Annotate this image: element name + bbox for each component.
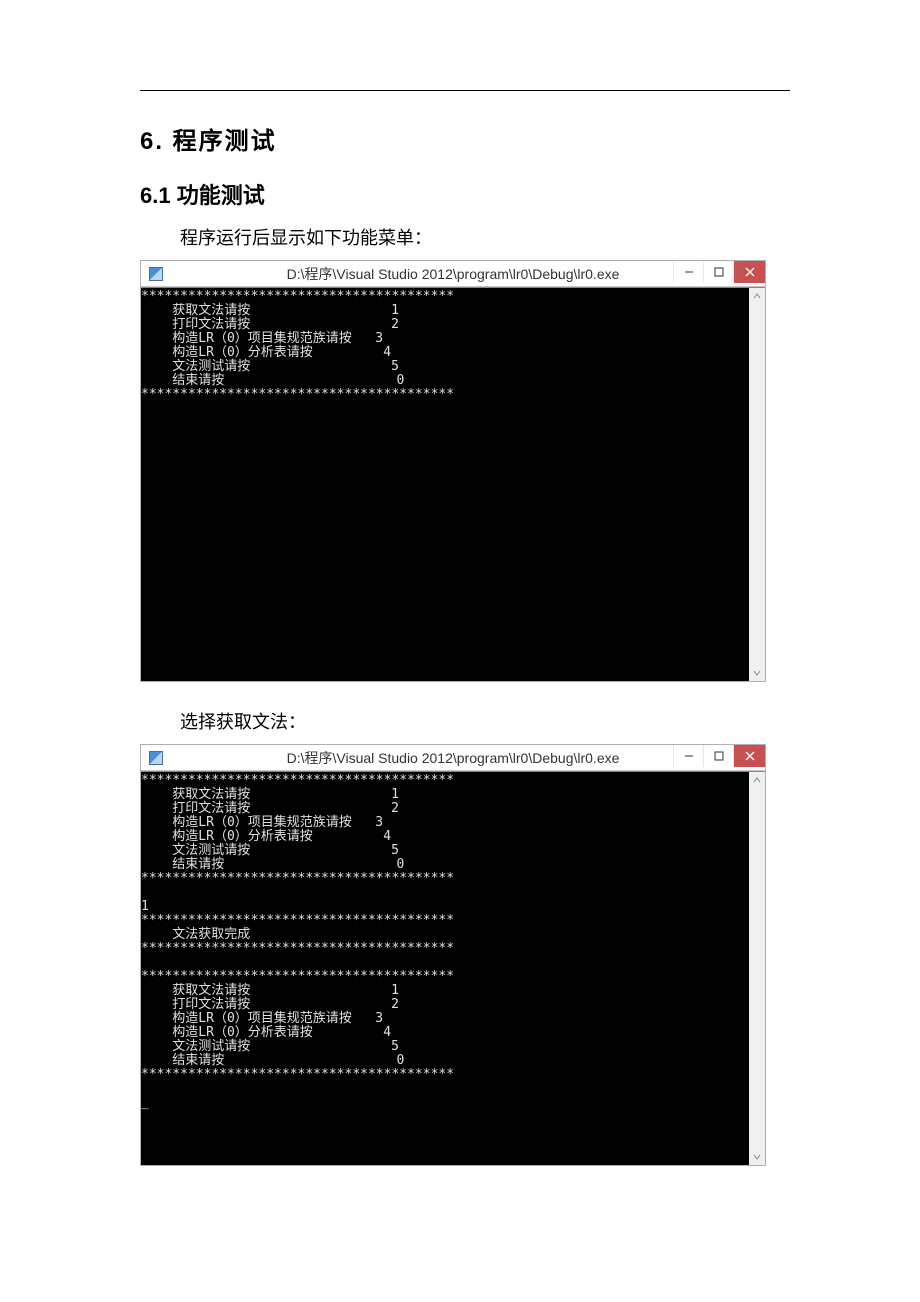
console-body[interactable]: ****************************************… (141, 771, 765, 1165)
console-window-2: D:\程序\Visual Studio 2012\program\lr0\Deb… (140, 744, 766, 1166)
subsection-heading: 6.1 功能测试 (140, 178, 790, 210)
console-output: ****************************************… (141, 772, 765, 1112)
scroll-down-icon[interactable] (749, 665, 765, 681)
titlebar: D:\程序\Visual Studio 2012\program\lr0\Deb… (141, 745, 765, 771)
maximize-icon (714, 267, 724, 277)
console-window-1: D:\程序\Visual Studio 2012\program\lr0\Deb… (140, 260, 766, 682)
maximize-icon (714, 751, 724, 761)
maximize-button[interactable] (703, 745, 733, 767)
minimize-icon (684, 267, 694, 277)
console-output: ****************************************… (141, 288, 765, 404)
app-icon (149, 751, 163, 765)
window-title: D:\程序\Visual Studio 2012\program\lr0\Deb… (141, 264, 765, 284)
window-buttons (673, 745, 765, 767)
scroll-up-icon[interactable] (749, 288, 765, 304)
maximize-button[interactable] (703, 261, 733, 283)
window-buttons (673, 261, 765, 283)
app-icon (149, 267, 163, 281)
minimize-button[interactable] (673, 745, 703, 767)
scroll-down-icon[interactable] (749, 1149, 765, 1165)
minimize-button[interactable] (673, 261, 703, 283)
close-icon (745, 751, 755, 761)
minimize-icon (684, 751, 694, 761)
paragraph-intro: 程序运行后显示如下功能菜单： (180, 224, 790, 250)
close-icon (745, 267, 755, 277)
close-button[interactable] (733, 745, 765, 767)
document-page: 6. 程序测试 6.1 功能测试 程序运行后显示如下功能菜单： D:\程序\Vi… (0, 0, 920, 1252)
console-body[interactable]: ****************************************… (141, 287, 765, 681)
vertical-scrollbar[interactable] (749, 288, 765, 681)
titlebar: D:\程序\Visual Studio 2012\program\lr0\Deb… (141, 261, 765, 287)
horizontal-rule (140, 90, 790, 91)
window-title: D:\程序\Visual Studio 2012\program\lr0\Deb… (141, 748, 765, 768)
scroll-up-icon[interactable] (749, 772, 765, 788)
section-heading: 6. 程序测试 (140, 121, 790, 156)
vertical-scrollbar[interactable] (749, 772, 765, 1165)
close-button[interactable] (733, 261, 765, 283)
paragraph-select: 选择获取文法： (180, 708, 790, 734)
